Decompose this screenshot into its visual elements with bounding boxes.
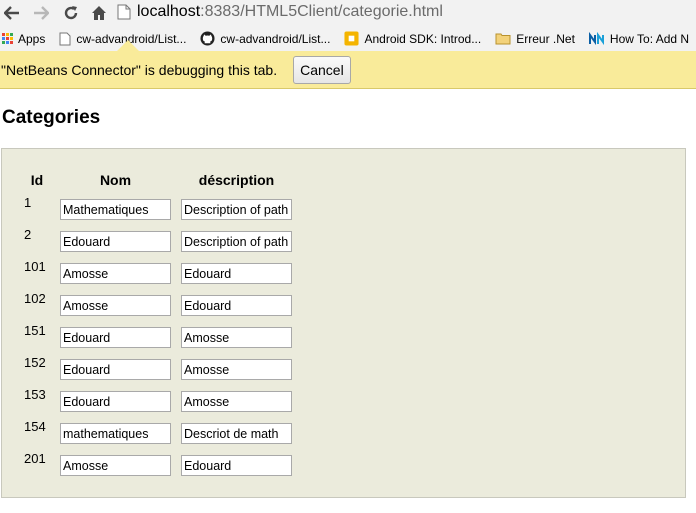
bookmark-how-to[interactable]: How To: Add N	[588, 31, 690, 46]
bookmark-label: Erreur .Net	[516, 31, 575, 46]
reload-button[interactable]	[59, 1, 83, 25]
table-row: 2	[20, 225, 296, 257]
home-button[interactable]	[87, 1, 111, 25]
row-id: 201	[24, 451, 46, 466]
bookmark-label: cw-advandroid/List...	[220, 31, 331, 46]
categories-panel: Id Nom déscription 1 2 101 102	[1, 148, 686, 498]
bookmark-cw-advandroid-2[interactable]: cw-advandroid/List...	[200, 31, 330, 46]
table-row: 152	[20, 353, 296, 385]
forward-button[interactable]	[29, 1, 53, 25]
categories-table: Id Nom déscription 1 2 101 102	[18, 167, 298, 481]
row-id: 101	[24, 259, 46, 274]
description-input[interactable]	[181, 455, 292, 476]
nom-input[interactable]	[60, 423, 171, 444]
nom-input[interactable]	[60, 295, 171, 316]
description-input[interactable]	[181, 391, 292, 412]
bookmark-erreur-net[interactable]: Erreur .Net	[495, 32, 575, 46]
bookmark-apps[interactable]: Apps	[2, 32, 45, 46]
table-row: 154	[20, 417, 296, 449]
nom-input[interactable]	[60, 391, 171, 412]
nom-input[interactable]	[60, 455, 171, 476]
page-icon	[59, 32, 71, 46]
reload-icon	[64, 6, 78, 20]
row-id: 154	[24, 419, 46, 434]
bookmarks-bar: Apps cw-advandroid/List... cw-advandroid…	[0, 26, 696, 51]
row-id: 153	[24, 387, 46, 402]
table-row: 1	[20, 193, 296, 225]
folder-icon	[495, 32, 511, 45]
url-path: :8383/HTML5Client/categorie.html	[200, 3, 443, 20]
bookmark-label: How To: Add N	[609, 31, 690, 46]
description-input[interactable]	[181, 231, 292, 252]
apps-grid-icon	[2, 33, 13, 44]
table-row: 201	[20, 449, 296, 481]
description-input[interactable]	[181, 327, 292, 348]
browser-toolbar: localhost:8383/HTML5Client/categorie.htm…	[0, 0, 696, 26]
description-input[interactable]	[181, 199, 292, 220]
github-icon	[200, 31, 215, 46]
table-row: 102	[20, 289, 296, 321]
address-bar[interactable]: localhost:8383/HTML5Client/categorie.htm…	[117, 1, 696, 23]
description-input[interactable]	[181, 295, 292, 316]
column-header-description: déscription	[198, 172, 275, 188]
nom-input[interactable]	[60, 327, 171, 348]
home-icon	[92, 6, 106, 20]
url-host: localhost	[137, 3, 201, 20]
cancel-debug-button[interactable]: Cancel	[293, 55, 351, 84]
row-id: 102	[24, 291, 46, 306]
row-id: 1	[24, 195, 32, 210]
nom-input[interactable]	[60, 359, 171, 380]
infobar-pointer	[117, 40, 139, 51]
column-header-id: Id	[30, 172, 44, 188]
description-input[interactable]	[181, 263, 292, 284]
description-input[interactable]	[181, 359, 292, 380]
table-row: 151	[20, 321, 296, 353]
table-header-row: Id Nom déscription	[20, 167, 296, 193]
forward-arrow-icon	[34, 6, 49, 20]
bookmark-label: Apps	[18, 31, 46, 46]
back-arrow-icon	[4, 6, 19, 20]
bookmark-android-sdk[interactable]: Android SDK: Introd...	[344, 31, 481, 46]
back-button[interactable]	[0, 1, 24, 25]
infobar-message: "NetBeans Connector" is debugging this t…	[1, 61, 278, 78]
aspnet-icon	[588, 31, 605, 46]
nom-input[interactable]	[60, 263, 171, 284]
table-row: 101	[20, 257, 296, 289]
nom-input[interactable]	[60, 199, 171, 220]
bookmark-label: Android SDK: Introd...	[364, 31, 482, 46]
row-id: 152	[24, 355, 46, 370]
android-sdk-icon	[344, 31, 360, 46]
row-id: 151	[24, 323, 46, 338]
nom-input[interactable]	[60, 231, 171, 252]
column-header-nom: Nom	[99, 172, 132, 188]
row-id: 2	[24, 227, 32, 242]
page-title: Categories	[2, 107, 101, 128]
description-input[interactable]	[181, 423, 292, 444]
page-icon	[117, 4, 131, 20]
debug-infobar: "NetBeans Connector" is debugging this t…	[0, 51, 696, 89]
table-row: 153	[20, 385, 296, 417]
